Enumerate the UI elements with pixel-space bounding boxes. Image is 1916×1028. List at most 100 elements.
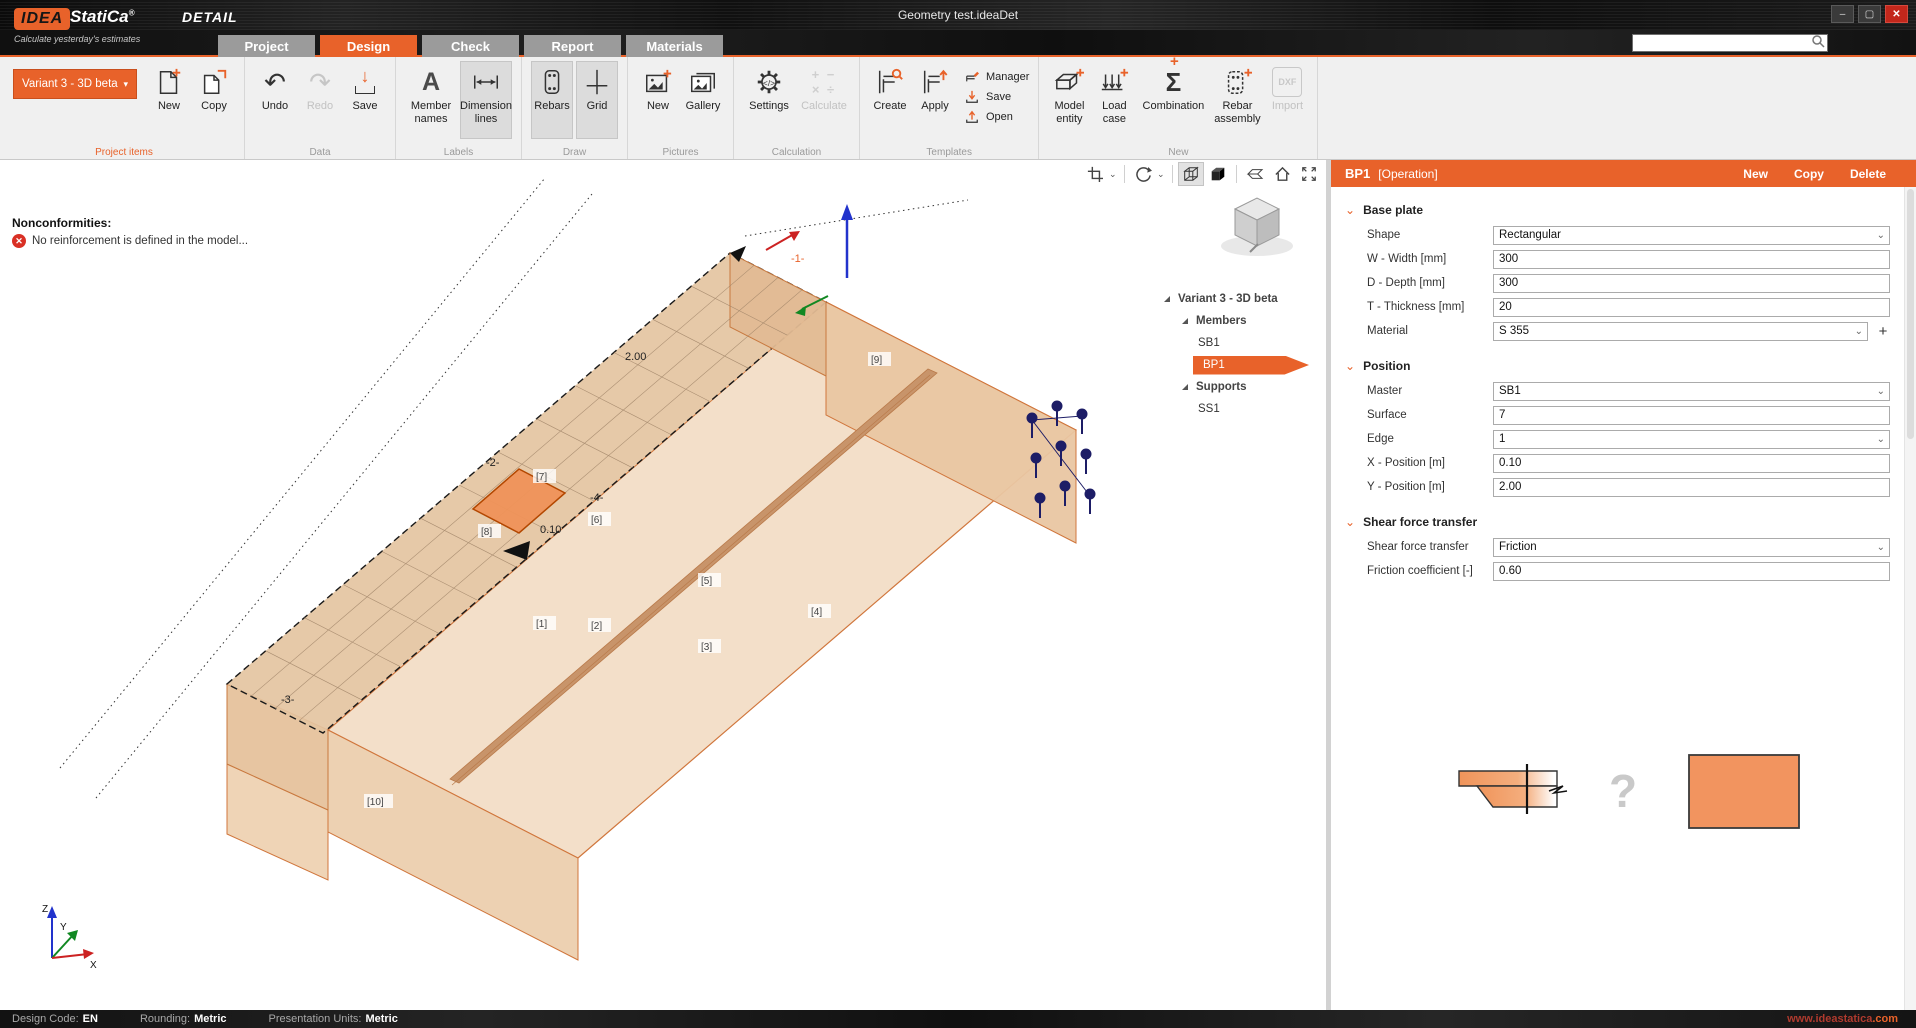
faces-view-button[interactable] bbox=[1242, 162, 1268, 186]
material-select[interactable]: S 355 ⌄ bbox=[1493, 322, 1868, 341]
template-apply-button[interactable]: Apply bbox=[914, 61, 956, 139]
expander-icon[interactable] bbox=[1162, 294, 1172, 304]
minimize-button[interactable]: – bbox=[1831, 5, 1854, 23]
3d-scene[interactable]: 2.00 0.10 -2- -3- -4- -1- [1] [2] [3] [4… bbox=[0, 160, 1326, 1010]
search-input[interactable] bbox=[1633, 36, 1811, 50]
wireframe-cube-icon bbox=[1182, 165, 1200, 183]
new-project-item-button[interactable]: New bbox=[148, 61, 190, 139]
property-row-thickness: T - Thickness [mm] 20 bbox=[1331, 295, 1904, 319]
tab-project[interactable]: Project bbox=[218, 35, 315, 57]
axis-arrow-x bbox=[766, 231, 800, 250]
tree-item-sb1[interactable]: SB1 bbox=[1152, 332, 1326, 354]
tab-design[interactable]: Design bbox=[320, 35, 417, 57]
website-link[interactable]: www.ideastatica.com bbox=[1787, 1013, 1898, 1025]
calculate-button[interactable]: + −× ÷ Calculate bbox=[798, 61, 850, 139]
tag-2: [2] bbox=[591, 621, 602, 632]
panel-scrollbar[interactable] bbox=[1904, 187, 1916, 1010]
gear-icon: </> bbox=[752, 65, 786, 99]
property-row-depth: D - Depth [mm] 300 bbox=[1331, 271, 1904, 295]
sigma-icon: Σ bbox=[1166, 68, 1182, 96]
y-position-input[interactable]: 2.00 bbox=[1493, 478, 1890, 497]
width-input[interactable]: 300 bbox=[1493, 250, 1890, 269]
tab-materials[interactable]: Materials bbox=[626, 35, 723, 57]
fullscreen-button[interactable] bbox=[1296, 162, 1322, 186]
section-position[interactable]: ⌄ Position bbox=[1331, 353, 1904, 379]
tab-check[interactable]: Check bbox=[422, 35, 519, 57]
tree-item-ss1[interactable]: SS1 bbox=[1152, 398, 1326, 420]
thickness-input[interactable]: 20 bbox=[1493, 298, 1890, 317]
edge-select[interactable]: 1 ⌄ bbox=[1493, 430, 1890, 449]
expander-icon[interactable] bbox=[1180, 316, 1190, 326]
tab-report[interactable]: Report bbox=[524, 35, 621, 57]
close-icon: ✕ bbox=[1892, 9, 1900, 20]
clipping-button[interactable] bbox=[1082, 162, 1108, 186]
tree-item-supports[interactable]: Supports bbox=[1152, 376, 1326, 398]
redo-button[interactable]: ↷ Redo bbox=[299, 61, 341, 139]
error-icon: ✕ bbox=[12, 234, 26, 248]
save-button[interactable]: ↓ Save bbox=[344, 61, 386, 139]
new-picture-icon bbox=[641, 65, 675, 99]
chevron-down-icon[interactable]: ⌄ bbox=[1157, 169, 1167, 180]
maximize-button[interactable]: ▢ bbox=[1858, 5, 1881, 23]
base-plate-illustration: ? bbox=[1443, 745, 1813, 850]
search-box[interactable] bbox=[1632, 34, 1828, 52]
wireframe-view-button[interactable] bbox=[1178, 162, 1204, 186]
property-row-y-position: Y - Position [m] 2.00 bbox=[1331, 475, 1904, 499]
add-material-button[interactable]: + bbox=[1875, 323, 1891, 340]
shape-select[interactable]: Rectangular ⌄ bbox=[1493, 226, 1890, 245]
gallery-button[interactable]: Gallery bbox=[682, 61, 724, 139]
dim-length: 2.00 bbox=[625, 351, 646, 363]
template-save-button[interactable]: Save bbox=[963, 89, 1029, 105]
home-view-button[interactable] bbox=[1269, 162, 1295, 186]
scrollbar-thumb[interactable] bbox=[1907, 189, 1914, 439]
tagline: Calculate yesterday's estimates bbox=[14, 34, 140, 44]
member-names-button[interactable]: A Member names bbox=[405, 61, 457, 139]
delete-operation-button[interactable]: Delete bbox=[1850, 167, 1886, 181]
solid-view-button[interactable] bbox=[1205, 162, 1231, 186]
navigation-cube[interactable] bbox=[1212, 186, 1302, 265]
settings-button[interactable]: </> Settings bbox=[743, 61, 795, 139]
model-entity-button[interactable]: Model entity bbox=[1048, 61, 1090, 139]
x-position-input[interactable]: 0.10 bbox=[1493, 454, 1890, 473]
new-operation-button[interactable]: New bbox=[1743, 167, 1768, 181]
tree-item-variant[interactable]: Variant 3 - 3D beta bbox=[1152, 288, 1326, 310]
surface-input[interactable]: 7 bbox=[1493, 406, 1890, 425]
friction-coefficient-input[interactable]: 0.60 bbox=[1493, 562, 1890, 581]
section-base-plate[interactable]: ⌄ Base plate bbox=[1331, 197, 1904, 223]
template-create-button[interactable]: Create bbox=[869, 61, 911, 139]
dimension-lines-button[interactable]: Dimension lines bbox=[460, 61, 512, 139]
chevron-down-icon: ⌄ bbox=[1877, 542, 1885, 553]
undo-button[interactable]: ↶ Undo bbox=[254, 61, 296, 139]
section-shear-force-transfer[interactable]: ⌄ Shear force transfer bbox=[1331, 509, 1904, 535]
3d-viewport[interactable]: 2.00 0.10 -2- -3- -4- -1- [1] [2] [3] [4… bbox=[0, 160, 1326, 1010]
property-row-friction-coefficient: Friction coefficient [-] 0.60 bbox=[1331, 559, 1904, 583]
variant-selector[interactable]: Variant 3 - 3D beta ▾ bbox=[13, 69, 137, 99]
dim-m3: -3- bbox=[281, 694, 295, 706]
expander-icon[interactable] bbox=[1180, 382, 1190, 392]
dxf-import-button[interactable]: DXF Import bbox=[1266, 61, 1308, 139]
master-select[interactable]: SB1 ⌄ bbox=[1493, 382, 1890, 401]
depth-input[interactable]: 300 bbox=[1493, 274, 1890, 293]
axis-label-z: Z bbox=[42, 904, 48, 915]
shear-transfer-select[interactable]: Friction ⌄ bbox=[1493, 538, 1890, 557]
nonconformities-title: Nonconformities: bbox=[12, 216, 248, 230]
search-icon bbox=[1811, 34, 1827, 53]
tree-item-members[interactable]: Members bbox=[1152, 310, 1326, 332]
rebar-assembly-button[interactable]: Rebar assembly bbox=[1211, 61, 1263, 139]
load-case-button[interactable]: Load case bbox=[1093, 61, 1135, 139]
new-picture-button[interactable]: New bbox=[637, 61, 679, 139]
template-open-button[interactable]: Open bbox=[963, 109, 1029, 125]
template-apply-icon bbox=[918, 65, 952, 99]
copy-operation-button[interactable]: Copy bbox=[1794, 167, 1824, 181]
tree-item-bp1[interactable]: BP1 bbox=[1152, 354, 1326, 376]
close-button[interactable]: ✕ bbox=[1885, 5, 1908, 23]
chevron-down-icon[interactable]: ⌄ bbox=[1109, 169, 1119, 180]
tag-9: [9] bbox=[871, 355, 882, 366]
combination-button[interactable]: Σ+ Combination bbox=[1138, 61, 1208, 139]
copy-project-item-button[interactable]: Copy bbox=[193, 61, 235, 139]
template-manager-button[interactable]: Manager bbox=[963, 69, 1029, 85]
orbit-button[interactable] bbox=[1130, 162, 1156, 186]
rebars-button[interactable]: Rebars bbox=[531, 61, 573, 139]
calculate-icon: + −× ÷ bbox=[807, 65, 841, 99]
grid-button[interactable]: Grid bbox=[576, 61, 618, 139]
